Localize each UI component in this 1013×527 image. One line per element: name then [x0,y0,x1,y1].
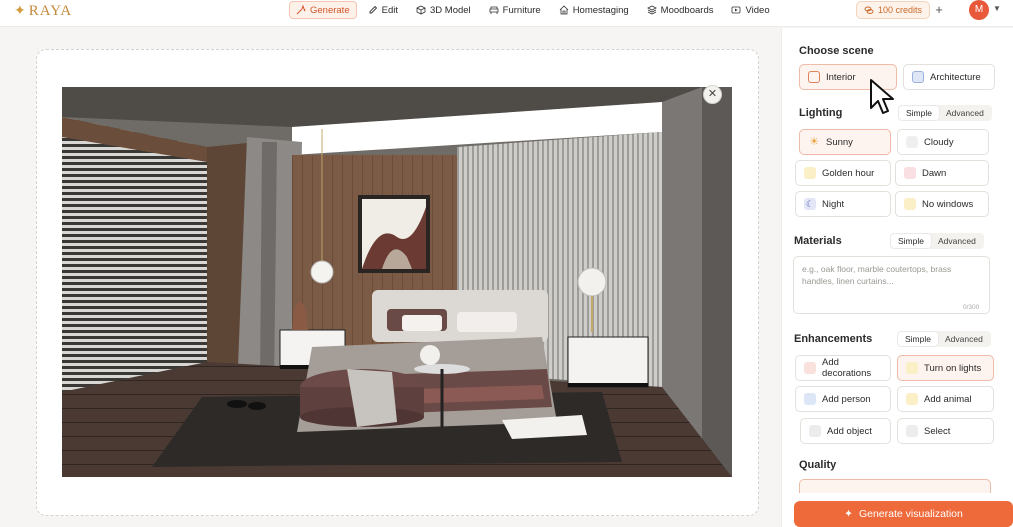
enh-option-add-decorations[interactable]: Add decorations [795,355,891,381]
enhancements-section-title: Enhancements [794,333,873,345]
nav-label: Moodboards [660,4,714,16]
nav-furniture[interactable]: Furniture [482,1,548,19]
nav-edit[interactable]: Edit [361,1,405,19]
lighting-option-sunny[interactable]: ☀ Sunny [799,129,891,155]
nav-label: Homestaging [572,4,629,16]
option-label: No windows [922,198,974,210]
mouse-cursor-icon [870,79,894,114]
lighting-option-no-windows[interactable]: No windows [895,191,989,217]
option-label: Add person [822,393,871,405]
nav-label: Edit [381,4,398,16]
nav-homestaging[interactable]: Homestaging [552,1,636,19]
add-credits-button[interactable]: + [932,3,946,17]
nav-label: Video [745,4,770,16]
option-label: Add object [827,425,872,437]
nav-label: Furniture [502,4,541,16]
lighting-option-dawn[interactable]: Dawn [895,160,989,186]
plus-icon: + [935,2,943,17]
top-bar: ✦ RAYA Generate Edit 3D Model Furniture … [0,0,1013,27]
option-label: Interior [826,71,856,83]
sunset-icon [804,167,816,179]
lamp-icon [904,198,916,210]
video-icon [732,6,741,14]
materials-simple-tab[interactable]: Simple [891,234,931,248]
materials-char-counter: 0/300 [963,304,980,311]
option-label: Sunny [826,136,853,148]
brand-name: RAYA [28,3,73,19]
enhancements-advanced-tab[interactable]: Advanced [938,332,990,346]
enh-option-turn-on-lights[interactable]: Turn on lights [897,355,994,381]
option-label: Architecture [930,71,981,83]
scene-section-title: Choose scene [799,45,874,57]
main-nav: Generate Edit 3D Model Furniture Homesta… [289,1,777,19]
building-icon [912,71,924,83]
cube-icon [416,5,426,15]
option-label: Add animal [924,393,972,405]
nav-video[interactable]: Video [724,1,776,19]
sparkle-icon: ✦ [14,4,27,19]
decoration-icon [804,362,816,374]
nav-label: 3D Model [430,4,471,16]
enh-option-select[interactable]: Select [897,418,994,444]
sunrise-icon [904,167,916,179]
home-icon [559,5,568,15]
cloud-icon [906,136,918,148]
option-label: Dawn [922,167,947,179]
sparkle-icon: ✦ [844,508,853,520]
materials-section-title: Materials [794,235,842,247]
lighting-mode-toggle: Simple Advanced [898,105,992,121]
option-label: Night [822,198,845,210]
option-label: Golden hour [822,167,875,179]
quality-section-title: Quality [799,459,837,471]
armchair-icon [489,6,499,14]
avatar[interactable]: M [969,0,989,20]
nav-3d-model[interactable]: 3D Model [409,1,478,19]
credits-label: 100 credits [878,5,923,15]
quality-option[interactable] [799,479,991,493]
uploaded-image [62,87,732,477]
lighting-option-golden-hour[interactable]: Golden hour [795,160,891,186]
nav-moodboards[interactable]: Moodboards [640,1,721,19]
materials-advanced-tab[interactable]: Advanced [931,234,983,248]
generate-visualization-button[interactable]: ✦ Generate visualization [794,501,1013,527]
sofa-icon [808,71,820,83]
enhancements-mode-toggle: Simple Advanced [897,331,991,347]
lighting-simple-tab[interactable]: Simple [899,106,939,120]
lighting-option-night[interactable]: ☾ Night [795,191,891,217]
option-label: Select [924,425,951,437]
chevron-down-icon[interactable]: ▼ [993,4,1001,13]
enh-option-add-person[interactable]: Add person [795,386,891,412]
option-label: Turn on lights [924,362,982,374]
credits-badge[interactable]: 100 credits [856,1,931,19]
enhancements-simple-tab[interactable]: Simple [898,332,938,346]
option-label: Cloudy [924,136,954,148]
scene-option-architecture[interactable]: Architecture [903,64,995,90]
object-icon [809,425,821,437]
layers-icon [646,5,657,15]
generate-label: Generate visualization [858,508,963,520]
option-label: Add decorations [822,357,872,379]
pencil-icon [369,5,377,14]
wand-icon [906,425,918,437]
enh-option-add-object[interactable]: Add object [800,418,891,444]
nav-label: Generate [310,4,350,16]
enh-option-add-animal[interactable]: Add animal [897,386,994,412]
paw-icon [906,393,918,405]
materials-input[interactable]: e.g., oak floor, marble coutertops, bras… [793,256,990,314]
close-icon: ✕ [707,88,718,100]
bedroom-render [62,87,732,477]
lighting-option-cloudy[interactable]: Cloudy [897,129,989,155]
nav-generate[interactable]: Generate [289,1,357,19]
lightbulb-icon [906,362,918,374]
remove-image-button[interactable]: ✕ [703,85,722,104]
lighting-section-title: Lighting [799,107,843,119]
brand-logo[interactable]: ✦ RAYA [14,3,72,20]
materials-mode-toggle: Simple Advanced [890,233,984,249]
moon-icon: ☾ [804,198,816,210]
lighting-advanced-tab[interactable]: Advanced [939,106,991,120]
sun-icon: ☀ [809,136,819,148]
coins-icon [864,6,874,14]
sparkle-pen-icon [296,5,306,15]
person-icon [804,393,816,405]
